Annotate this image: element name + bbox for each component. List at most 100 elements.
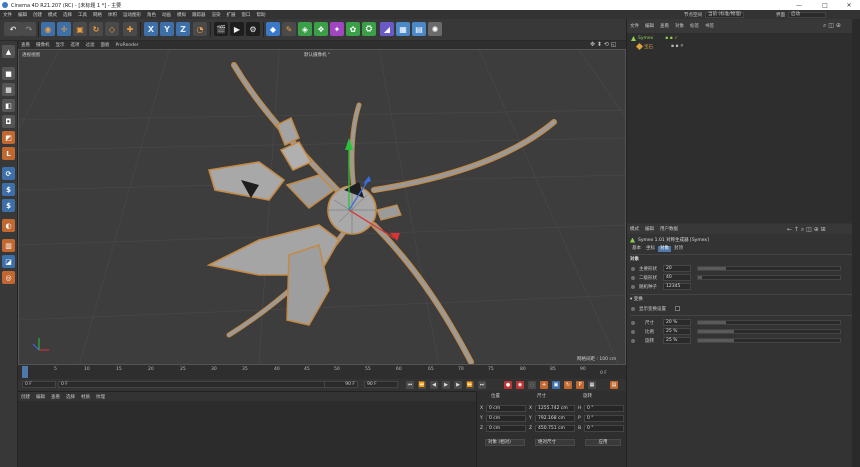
render-picture-queue-icon[interactable]: ▶ (230, 22, 244, 36)
param-value-field[interactable]: 40 (663, 274, 691, 281)
attribute-menu-edit[interactable]: 编辑 (642, 226, 657, 232)
object-menu-view[interactable]: 查看 (657, 23, 672, 29)
param-slider[interactable] (697, 338, 841, 343)
scale-icon[interactable]: ▣ (73, 22, 87, 36)
size-y-field[interactable]: 792.168 cm (535, 415, 575, 422)
snapping-icon[interactable]: ◐ (2, 219, 15, 232)
tab-caps[interactable]: 封顶 (672, 246, 685, 252)
enable-axis-icon[interactable]: ⟳ (2, 167, 15, 180)
cube-icon[interactable]: ◆ (266, 22, 280, 36)
object-menu-objects[interactable]: 对象 (672, 23, 687, 29)
viewport-menu-options[interactable]: 选项 (68, 42, 83, 48)
end-frame-field[interactable]: 90 F (324, 381, 358, 388)
object-row-gem[interactable]: 宝石 ▪ ▪ ✕ (635, 42, 684, 51)
subdivision-icon[interactable]: ◈ (298, 22, 312, 36)
object-menu-bookmarks[interactable]: 书签 (702, 23, 717, 29)
quantize-icon[interactable]: ◎ (2, 271, 15, 284)
object-menu-tags[interactable]: 标签 (687, 23, 702, 29)
make-editable-icon[interactable]: ▲ (2, 45, 15, 58)
viewport-nav-icons[interactable]: ✥ ⬍ ⟲ ◱ (590, 41, 616, 48)
viewport-menu-cameras[interactable]: 摄像机 (33, 42, 53, 48)
next-key-icon[interactable]: ⏩ (466, 381, 474, 389)
menu-select[interactable]: 选择 (60, 12, 75, 18)
attribute-menu-mode[interactable]: 模式 (627, 226, 642, 232)
side-tab-strip[interactable] (852, 19, 860, 467)
maximize-button[interactable]: □ (818, 0, 832, 10)
animate-dot-icon[interactable] (631, 330, 635, 334)
planar-workplane-icon[interactable]: ◪ (2, 255, 15, 268)
camera-label[interactable]: 默认摄像机 ° (304, 52, 330, 58)
sky-icon[interactable]: ▤ (412, 22, 426, 36)
tab-coord[interactable]: 坐标 (644, 246, 657, 252)
menu-mesh[interactable]: 网格 (90, 12, 105, 18)
record-parameter-icon[interactable]: P (576, 381, 584, 389)
attribute-menu-user-data[interactable]: 用户数据 (657, 226, 681, 232)
position-y-field[interactable]: 0 cm (486, 415, 526, 422)
material-menu-view[interactable]: 查看 (48, 394, 63, 400)
start-frame-field[interactable]: 0 F (58, 381, 358, 388)
minimize-button[interactable]: — (792, 0, 806, 10)
param-slider[interactable] (697, 320, 841, 325)
layout-dropdown[interactable]: 启动 (788, 11, 826, 18)
viewport-menu-filter[interactable]: 过滤 (83, 42, 98, 48)
y-axis-icon[interactable]: Y (160, 22, 174, 36)
viewport-menu-panel[interactable]: 面板 (98, 42, 113, 48)
record-pla-icon[interactable]: ▦ (588, 381, 596, 389)
menu-window[interactable]: 窗口 (239, 12, 254, 18)
move-tool-secondary-icon[interactable]: ✚ (123, 22, 137, 36)
object-name[interactable]: 宝石 (644, 44, 653, 50)
perspective-viewport[interactable]: 透视视图 默认摄像机 ° 网格间距 : 100 cm (18, 49, 626, 365)
autokey-icon[interactable]: ◉ (516, 381, 524, 389)
param-value-field[interactable]: 12345 (663, 283, 691, 290)
object-menu-edit[interactable]: 编辑 (642, 23, 657, 29)
material-menu-select[interactable]: 选择 (63, 394, 78, 400)
animate-dot-icon[interactable] (631, 321, 635, 325)
position-z-field[interactable]: 0 cm (486, 425, 526, 432)
param-value-field[interactable]: 25 % (663, 328, 691, 335)
menu-file[interactable]: 文件 (0, 12, 15, 18)
material-menu-material[interactable]: 材质 (78, 394, 93, 400)
deformer-icon[interactable]: ✦ (330, 22, 344, 36)
phong-tag-icon[interactable]: ▪ ▪ ✕ (671, 44, 684, 49)
param-slider[interactable] (697, 275, 841, 280)
size-x-field[interactable]: 1255.742 cm (535, 405, 575, 412)
node-space-dropdown[interactable]: 当前 (标准/物理) (705, 11, 745, 18)
workplane-icon[interactable]: ◧ (2, 99, 15, 112)
move-icon[interactable]: ✛ (57, 22, 71, 36)
animate-dot-icon[interactable] (631, 339, 635, 343)
param-slider[interactable] (697, 329, 841, 334)
show-transform-checkbox[interactable] (675, 306, 680, 311)
locked-workplane-icon[interactable]: ▥ (2, 239, 15, 252)
apply-button[interactable]: 应用 (585, 439, 621, 446)
menu-character[interactable]: 角色 (144, 12, 159, 18)
record-active-icon[interactable]: ● (504, 381, 512, 389)
animate-dot-icon[interactable] (631, 276, 635, 280)
menu-animate[interactable]: 动画 (159, 12, 174, 18)
param-value-field[interactable]: 20 (663, 265, 691, 272)
go-to-end-icon[interactable]: ⏭ (478, 381, 486, 389)
menu-extensions[interactable]: 扩展 (224, 12, 239, 18)
record-position-icon[interactable]: ✛ (540, 381, 548, 389)
next-frame-icon[interactable]: ▶ (454, 381, 462, 389)
transform-section-toggle[interactable]: ▾ 变换 (630, 296, 643, 302)
animate-dot-icon[interactable] (631, 307, 635, 311)
previous-frame-icon[interactable]: ◀ (430, 381, 438, 389)
render-view-icon[interactable]: 🎬 (214, 22, 228, 36)
render-settings-icon[interactable]: ⚙ (246, 22, 260, 36)
size-mode-dropdown[interactable]: 绝对尺寸 (535, 439, 575, 446)
recent-tools-icon[interactable]: ◇ (105, 22, 119, 36)
object-row-symex[interactable]: Symex ▪ ▪ ✓ (631, 35, 678, 42)
menu-simulate[interactable]: 模拟 (174, 12, 189, 18)
visibility-check-icon[interactable]: ▪ ▪ ✓ (665, 36, 678, 41)
cloner-icon[interactable]: ❖ (314, 22, 328, 36)
tab-basic[interactable]: 基本 (630, 246, 643, 252)
menu-tracker[interactable]: 跟踪器 (189, 12, 209, 18)
max-frame-field[interactable]: 90 F (364, 381, 398, 388)
redo-icon[interactable]: ↷ (22, 22, 36, 36)
camera-icon[interactable]: ◢ (380, 22, 394, 36)
keyframe-selection-icon[interactable]: ◌ (528, 381, 536, 389)
tab-object[interactable]: 对象 (658, 246, 671, 252)
menu-render[interactable]: 渲染 (209, 12, 224, 18)
world-coords-icon[interactable]: ◔ (193, 22, 207, 36)
menu-mode[interactable]: 模式 (45, 12, 60, 18)
